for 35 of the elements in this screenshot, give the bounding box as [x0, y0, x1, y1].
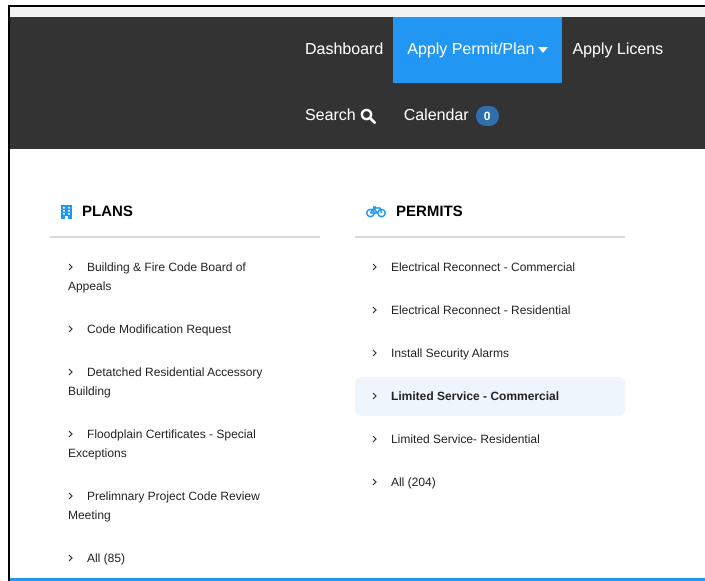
- chevron-icon: [68, 430, 73, 438]
- chevron-icon: [372, 434, 377, 442]
- chevron-icon: [68, 368, 73, 376]
- menu-link[interactable]: Limited Service- Residential: [355, 420, 625, 458]
- caret-icon: [538, 47, 548, 53]
- menu-link[interactable]: Floodplain Certificates - Special Exceptions: [50, 414, 320, 472]
- search-link[interactable]: Search: [295, 83, 386, 149]
- chevron-icon: [372, 392, 377, 400]
- menu-link[interactable]: Building & Fire Code Board of Appeals: [50, 248, 320, 306]
- menu-link[interactable]: Prelimnary Project Code Review Meeting: [50, 476, 320, 534]
- menu-link[interactable]: Detatched Residential Accessory Building: [50, 352, 320, 410]
- menu-link[interactable]: Install Security Alarms: [355, 334, 625, 372]
- chevron-icon: [372, 348, 377, 356]
- bicycle-icon: [366, 206, 386, 218]
- nav-link[interactable]: Calendar 0: [394, 83, 509, 149]
- menu-link[interactable]: Electrical Reconnect - Residential: [355, 290, 625, 330]
- chevron-icon: [372, 262, 377, 270]
- nav-link[interactable]: Dashboard: [295, 17, 394, 83]
- chevron-icon: [68, 262, 73, 270]
- chevron-icon: [68, 324, 73, 332]
- section-heading: PERMITS: [396, 202, 463, 222]
- chevron-icon: [68, 554, 73, 562]
- count-badge: 0: [476, 106, 499, 126]
- menu-link[interactable]: Code Modification Request: [50, 310, 320, 348]
- chevron-icon: [372, 478, 377, 486]
- chevron-icon: [68, 492, 73, 500]
- menu-link[interactable]: Electrical Reconnect - Commercial: [355, 248, 625, 286]
- search-icon: [360, 108, 376, 124]
- menu-link[interactable]: All (85): [50, 538, 320, 578]
- chevron-icon: [372, 306, 377, 314]
- section-heading: PLANS: [82, 202, 133, 222]
- building-icon: [61, 205, 72, 220]
- menu-link[interactable]: Limited Service - Commercial: [355, 376, 625, 416]
- nav-link[interactable]: Apply Licens: [562, 17, 674, 83]
- menu-link[interactable]: All (204): [355, 462, 625, 502]
